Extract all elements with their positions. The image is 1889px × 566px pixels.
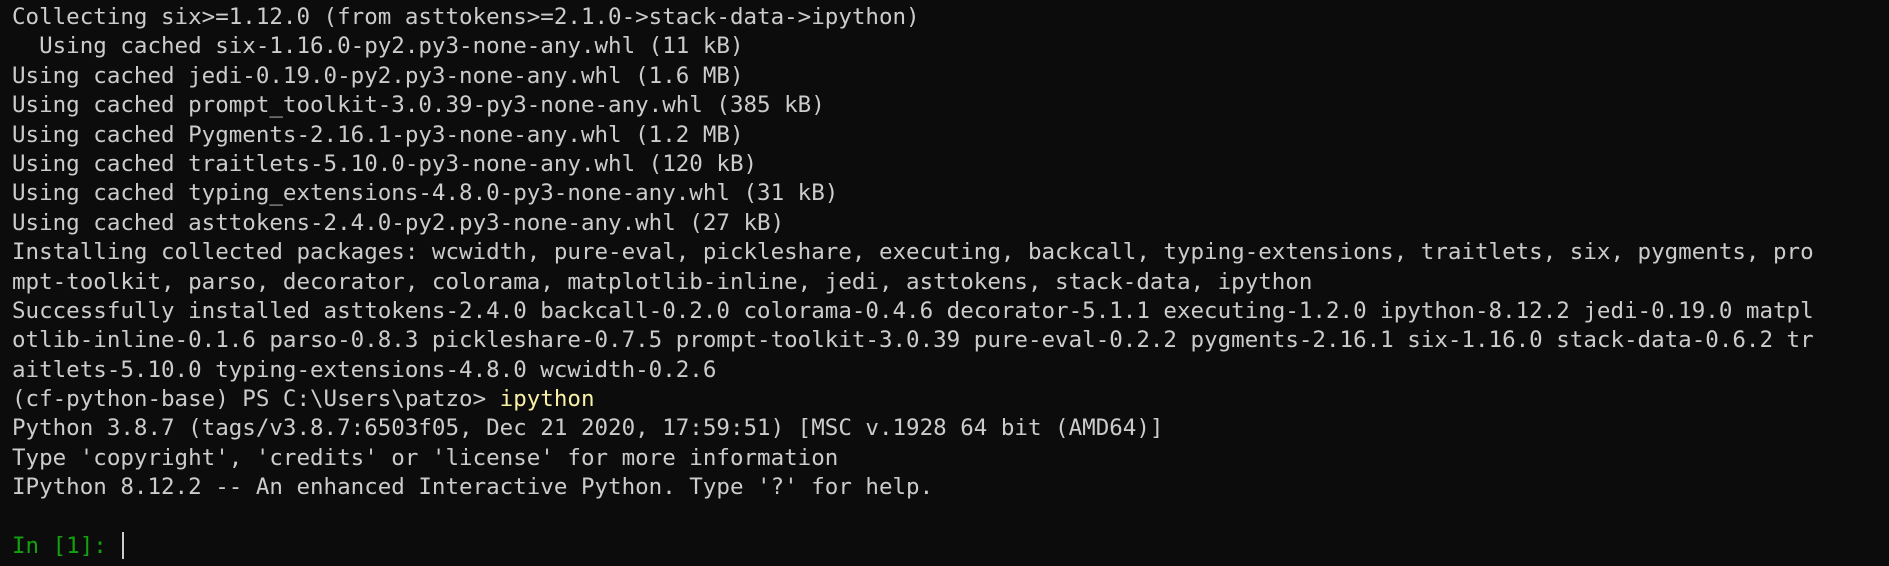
output-line: Using cached typing_extensions-4.8.0-py3…	[12, 180, 839, 207]
output-line: Using cached prompt_toolkit-3.0.39-py3-n…	[12, 92, 825, 119]
output-line: Using cached six-1.16.0-py2.py3-none-any…	[12, 33, 744, 60]
powershell-prompt-line: (cf-python-base) PS C:\Users\patzo> ipyt…	[12, 385, 1882, 414]
terminal-output: Collecting six>=1.12.0 (from asttokens>=…	[12, 3, 1882, 561]
ipython-input-line[interactable]: In [1]:	[12, 532, 1882, 561]
typed-command: ipython	[499, 386, 595, 413]
output-line: Using cached asttokens-2.4.0-py2.py3-non…	[12, 209, 785, 236]
ipython-banner-line: Python 3.8.7 (tags/v3.8.7:6503f05, Dec 2…	[12, 415, 1164, 442]
output-line: otlib-inline-0.1.6 parso-0.8.3 picklesha…	[12, 327, 1814, 354]
ipython-banner-line: Type 'copyright', 'credits' or 'license'…	[12, 444, 839, 471]
powershell-prompt: (cf-python-base) PS C:\Users\patzo>	[12, 386, 500, 413]
output-line: Using cached traitlets-5.10.0-py3-none-a…	[12, 150, 758, 177]
ipython-prompt: In [1]:	[12, 533, 121, 560]
ipython-banner-line: IPython 8.12.2 -- An enhanced Interactiv…	[12, 474, 934, 501]
output-line: aitlets-5.10.0 typing-extensions-4.8.0 w…	[12, 356, 717, 383]
output-line: Successfully installed asttokens-2.4.0 b…	[12, 297, 1814, 324]
output-line: Using cached Pygments-2.16.1-py3-none-an…	[12, 121, 744, 148]
text-cursor	[122, 532, 125, 560]
output-line: Collecting six>=1.12.0 (from asttokens>=…	[12, 4, 920, 30]
output-line: Installing collected packages: wcwidth, …	[12, 239, 1814, 266]
output-line: mpt-toolkit, parso, decorator, colorama,…	[12, 268, 1313, 295]
output-line: Using cached jedi-0.19.0-py2.py3-none-an…	[12, 62, 744, 89]
terminal-window[interactable]: Collecting six>=1.12.0 (from asttokens>=…	[0, 0, 1889, 566]
